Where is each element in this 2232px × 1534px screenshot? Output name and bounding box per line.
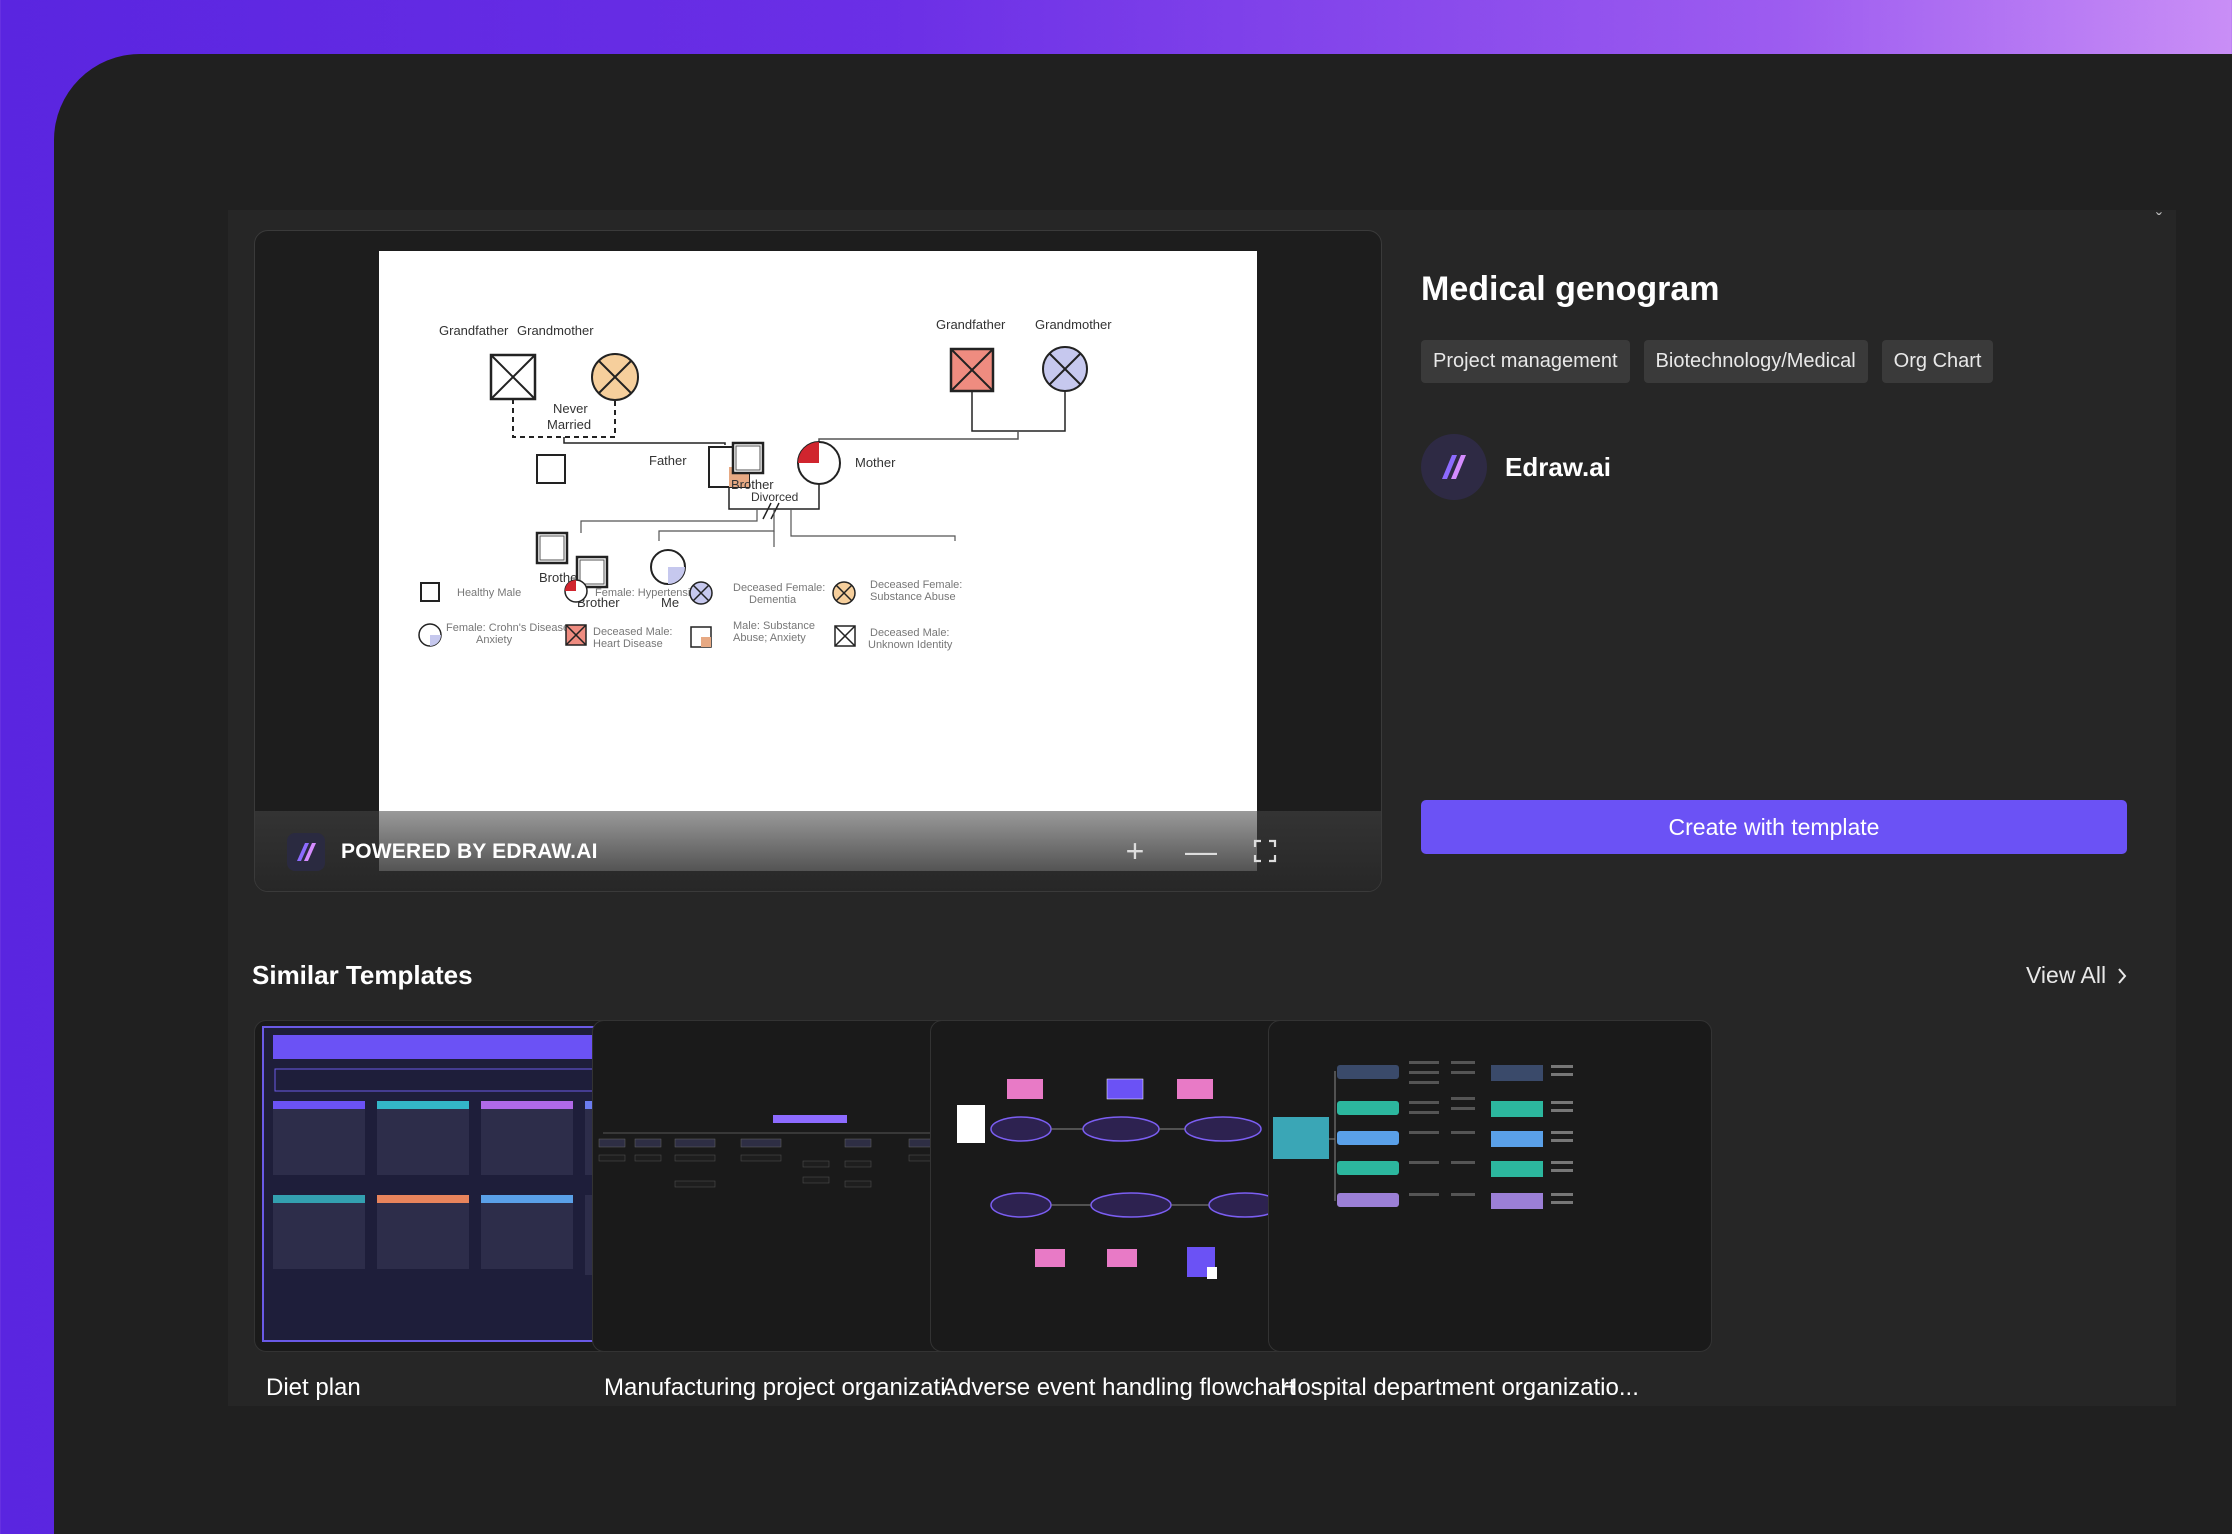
legend-male-substance-2: Abuse; Anxiety	[733, 632, 806, 644]
me-symbol	[650, 549, 686, 585]
powered-by-label: POWERED BY EDRAW.AI	[341, 840, 598, 863]
create-with-template-button[interactable]: Create with template	[1421, 800, 2127, 854]
legend-male-substance: Male: Substance	[733, 620, 815, 632]
tag-org-chart[interactable]: Org Chart	[1881, 340, 1994, 383]
label-grandfather-right: Grandfather	[936, 317, 1006, 332]
hospital-org-thumbnail	[1273, 1061, 1573, 1209]
legend-healthy-male: Healthy Male	[457, 587, 521, 599]
label-mother: Mother	[855, 455, 896, 470]
legend-female-crohns: Female: Crohn's Disease;	[446, 622, 572, 634]
label-grandmother-left: Grandmother	[517, 323, 594, 338]
app-frame: ˇ Grandfather Grandmother Grandfather Gr…	[54, 54, 2232, 1534]
tag-list: Project management Biotechnology/Medical…	[1421, 340, 1994, 383]
author-name: Edraw.ai	[1505, 451, 1611, 482]
template-card-label[interactable]: Hospital department organizatio...	[1280, 1374, 1720, 1402]
edraw-logo-icon	[287, 833, 325, 871]
template-preview[interactable]: Grandfather Grandmother Grandfather Gran…	[254, 230, 1382, 892]
label-father: Father	[649, 453, 687, 468]
legend-deceased-male-unknown-2: Unknown Identity	[868, 639, 953, 651]
zoom-in-button[interactable]: +	[1115, 831, 1155, 871]
grandmother-left-symbol	[591, 353, 639, 401]
tag-biotech-medical[interactable]: Biotechnology/Medical	[1643, 340, 1868, 383]
close-icon[interactable]: ˇ	[2156, 210, 2162, 231]
legend-deceased-male-heart-2: Heart Disease	[593, 638, 663, 650]
legend-female-hypertension: Female: Hypertension	[595, 587, 703, 599]
label-never-married: Never	[553, 401, 588, 416]
legend-deceased-female-substance: Deceased Female:	[870, 579, 962, 591]
preview-toolbar: POWERED BY EDRAW.AI + —	[255, 811, 1381, 891]
genogram-canvas: Grandfather Grandmother Grandfather Gran…	[379, 251, 1257, 871]
label-never-married-2: Married	[547, 417, 591, 432]
brother-1-symbol	[536, 454, 566, 484]
legend-deceased-male-unknown: Deceased Male:	[870, 627, 950, 639]
grandmother-right-symbol	[1042, 346, 1088, 392]
template-title: Medical genogram	[1421, 270, 1720, 308]
zoom-out-button[interactable]: —	[1181, 831, 1221, 871]
label-divorced: Divorced	[751, 490, 798, 504]
view-all-link[interactable]: View All	[2026, 962, 2128, 989]
grandfather-right-symbol	[949, 347, 995, 393]
legend: Healthy Male Female: Hypertension Deceas…	[418, 579, 962, 651]
label-brother-3: Brother	[731, 477, 774, 492]
chevron-right-icon	[2118, 967, 2127, 984]
author-info[interactable]: Edraw.ai	[1421, 434, 1611, 500]
template-detail-panel: ˇ Grandfather Grandmother Grandfather Gr…	[228, 210, 2176, 1406]
legend-deceased-female-dementia-2: Dementia	[749, 594, 797, 606]
template-card-hospital-org[interactable]	[1268, 1020, 1712, 1352]
grandfather-left-symbol	[489, 353, 537, 401]
similar-templates-heading: Similar Templates	[252, 960, 473, 990]
label-grandmother-right: Grandmother	[1035, 317, 1112, 332]
label-grandfather-left: Grandfather	[439, 323, 509, 338]
mother-symbol	[797, 441, 841, 485]
view-all-label: View All	[2026, 962, 2107, 988]
fullscreen-icon	[1253, 839, 1277, 863]
tag-project-management[interactable]: Project management	[1421, 340, 1630, 383]
author-avatar	[1421, 434, 1487, 500]
legend-female-crohns-2: Anxiety	[476, 634, 513, 646]
legend-deceased-female-dementia: Deceased Female:	[733, 582, 825, 594]
fullscreen-button[interactable]	[1245, 831, 1285, 871]
legend-deceased-male-heart: Deceased Male:	[593, 626, 673, 638]
legend-deceased-female-substance-2: Substance Abuse	[870, 591, 956, 603]
